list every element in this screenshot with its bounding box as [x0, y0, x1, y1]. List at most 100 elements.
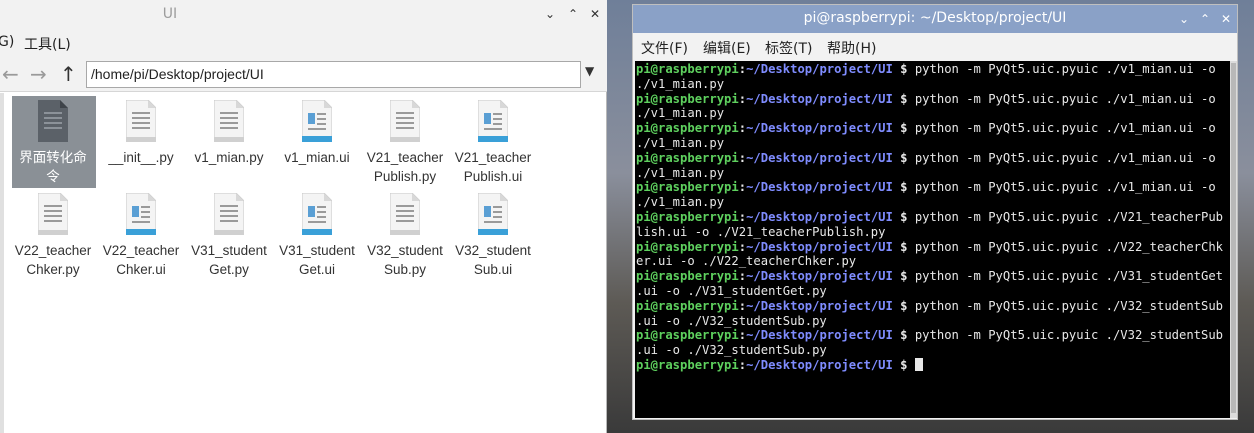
prompt-user: pi@raspberrypi — [636, 62, 739, 76]
terminal-line: ./v1_mian.py — [636, 106, 1228, 121]
prompt-dollar: $ — [892, 150, 915, 165]
ui-file-icon — [301, 99, 333, 143]
text-file-icon — [389, 99, 421, 143]
command-wrap-text: ./v1_mian.py — [636, 76, 725, 91]
executable-file-icon — [38, 100, 68, 142]
terminal-line: pi@raspberrypi:~/Desktop/project/UI $ py… — [636, 240, 1228, 255]
terminal-line: pi@raspberrypi:~/Desktop/project/UI $ py… — [636, 121, 1228, 136]
path-input[interactable]: /home/pi/Desktop/project/UI — [86, 61, 581, 88]
command-text: python -m PyQt5.uic.pyuic ./v1_mian.ui -… — [914, 180, 1216, 195]
prompt-dollar: $ — [892, 91, 915, 106]
command-text: python -m PyQt5.uic.pyuic ./V21_teacherP… — [914, 209, 1224, 224]
terminal-line: pi@raspberrypi:~/Desktop/project/UI $ — [636, 357, 1228, 373]
scrollbar[interactable] — [1230, 61, 1237, 418]
command-text: python -m PyQt5.uic.pyuic ./v1_mian.ui -… — [914, 121, 1216, 136]
ui-file-icon — [125, 192, 157, 236]
file-item[interactable]: V21_teacher Publish.py — [362, 96, 448, 188]
file-manager-titlebar[interactable]: UI ⌄ ⌃ ✕ — [0, 0, 607, 30]
prompt-dollar: $ — [892, 298, 915, 313]
file-name: __init__.py — [98, 148, 184, 167]
chevron-down-icon[interactable]: ▼ — [585, 64, 594, 78]
command-wrap-text: .ui -o ./V31_studentGet.py — [636, 283, 827, 298]
terminal-screen[interactable]: pi@raspberrypi:~/Desktop/project/UI $ py… — [635, 61, 1230, 418]
prompt-path: ~/Desktop/project/UI — [746, 269, 893, 284]
command-text: python -m PyQt5.uic.pyuic ./v1_mian.ui -… — [914, 91, 1216, 106]
menu-go[interactable]: G) — [0, 34, 14, 50]
text-file-icon — [125, 99, 157, 143]
prompt-dollar: $ — [892, 357, 915, 372]
prompt-sep: : — [738, 180, 747, 195]
prompt-path: ~/Desktop/project/UI — [746, 150, 893, 165]
terminal-line: pi@raspberrypi:~/Desktop/project/UI $ py… — [636, 269, 1228, 284]
file-item[interactable]: V22_teacher Chker.ui — [98, 189, 184, 281]
file-name: V22_teacher Chker.py — [10, 241, 96, 279]
file-item[interactable]: V21_teacher Publish.ui — [450, 96, 536, 188]
command-text: python -m PyQt5.uic.pyuic ./V22_teacherC… — [914, 239, 1224, 254]
prompt-user: pi@raspberrypi — [636, 121, 739, 136]
prompt-sep: : — [738, 269, 747, 284]
terminal-window: pi@raspberrypi: ~/Desktop/project/UI ⌄ ⌃… — [632, 4, 1238, 420]
menu-edit[interactable]: 编辑(E) — [703, 38, 751, 58]
prompt-dollar: $ — [892, 121, 915, 136]
file-name-line: Sub.py — [383, 262, 427, 277]
prompt-dollar: $ — [892, 269, 915, 284]
minimize-icon[interactable]: ⌄ — [1174, 9, 1194, 29]
text-file-icon — [37, 192, 69, 236]
file-name: V32_student Sub.ui — [450, 241, 536, 279]
up-arrow-icon[interactable]: ↑ — [60, 62, 77, 86]
command-text: python -m PyQt5.uic.pyuic ./v1_mian.ui -… — [914, 150, 1216, 165]
file-item[interactable]: v1_mian.py — [186, 96, 272, 188]
maximize-icon[interactable]: ⌃ — [563, 4, 583, 24]
close-icon[interactable]: ✕ — [585, 4, 605, 24]
menu-file[interactable]: 文件(F) — [641, 38, 688, 58]
prompt-sep: : — [738, 209, 747, 224]
text-file-icon — [213, 99, 245, 143]
menu-tabs[interactable]: 标签(T) — [765, 38, 812, 58]
file-name-line: 界面转化命 — [19, 150, 87, 165]
terminal-line: pi@raspberrypi:~/Desktop/project/UI $ py… — [636, 299, 1228, 314]
prompt-sep: : — [738, 357, 747, 372]
file-item[interactable]: __init__.py — [98, 96, 184, 188]
file-item[interactable]: v1_mian.ui — [274, 96, 360, 188]
minimize-icon[interactable]: ⌄ — [540, 4, 560, 24]
side-pane-edge[interactable] — [0, 93, 4, 433]
prompt-user: pi@raspberrypi — [636, 239, 739, 254]
menu-tools[interactable]: 工具(L) — [24, 34, 71, 54]
window-title: pi@raspberrypi: ~/Desktop/project/UI — [803, 10, 1067, 26]
prompt-path: ~/Desktop/project/UI — [746, 62, 893, 76]
close-icon[interactable]: ✕ — [1216, 9, 1236, 29]
maximize-icon[interactable]: ⌃ — [1195, 9, 1215, 29]
file-item[interactable]: V22_teacher Chker.py — [10, 189, 96, 281]
file-name-line: Get.ui — [298, 262, 336, 277]
command-text: python -m PyQt5.uic.pyuic ./V32_studentS… — [914, 328, 1224, 343]
file-manager-window: UI ⌄ ⌃ ✕ G) 工具(L) ← → ↑ /home/pi/Desktop… — [0, 0, 607, 433]
command-text: python -m PyQt5.uic.pyuic ./V31_studentG… — [914, 269, 1224, 284]
scrollbar-thumb[interactable] — [1231, 63, 1236, 413]
prompt-sep: : — [738, 121, 747, 136]
menu-help[interactable]: 帮助(H) — [827, 38, 876, 58]
file-item[interactable]: 界面转化命令 — [10, 96, 96, 188]
prompt-dollar: $ — [892, 239, 915, 254]
command-wrap-text: ./v1_mian.py — [636, 165, 725, 180]
terminal-line: pi@raspberrypi:~/Desktop/project/UI $ py… — [636, 210, 1228, 225]
prompt-user: pi@raspberrypi — [636, 209, 739, 224]
command-wrap-text: .ui -o ./V32_studentSub.py — [636, 343, 827, 358]
terminal-titlebar[interactable]: pi@raspberrypi: ~/Desktop/project/UI ⌄ ⌃… — [633, 5, 1237, 33]
file-name-line: V32_student — [367, 243, 443, 258]
terminal-line: .ui -o ./V32_studentSub.py — [636, 343, 1228, 358]
ui-file-icon — [301, 192, 333, 236]
file-item[interactable]: V32_student Sub.ui — [450, 189, 536, 281]
back-arrow-icon[interactable]: ← — [2, 62, 19, 86]
terminal-line: pi@raspberrypi:~/Desktop/project/UI $ py… — [636, 92, 1228, 107]
file-name-line: V22_teacher — [102, 243, 180, 258]
terminal-line: pi@raspberrypi:~/Desktop/project/UI $ py… — [636, 328, 1228, 343]
file-name-line: Publish.ui — [463, 169, 523, 184]
file-item[interactable]: V32_student Sub.py — [362, 189, 448, 281]
file-item[interactable]: V31_student Get.ui — [274, 189, 360, 281]
prompt-path: ~/Desktop/project/UI — [746, 239, 893, 254]
file-item[interactable]: V31_student Get.py — [186, 189, 272, 281]
forward-arrow-icon[interactable]: → — [30, 62, 47, 86]
command-wrap-text: ./v1_mian.py — [636, 135, 725, 150]
command-wrap-text: .ui -o ./V32_studentSub.py — [636, 313, 827, 328]
prompt-path: ~/Desktop/project/UI — [746, 121, 893, 136]
